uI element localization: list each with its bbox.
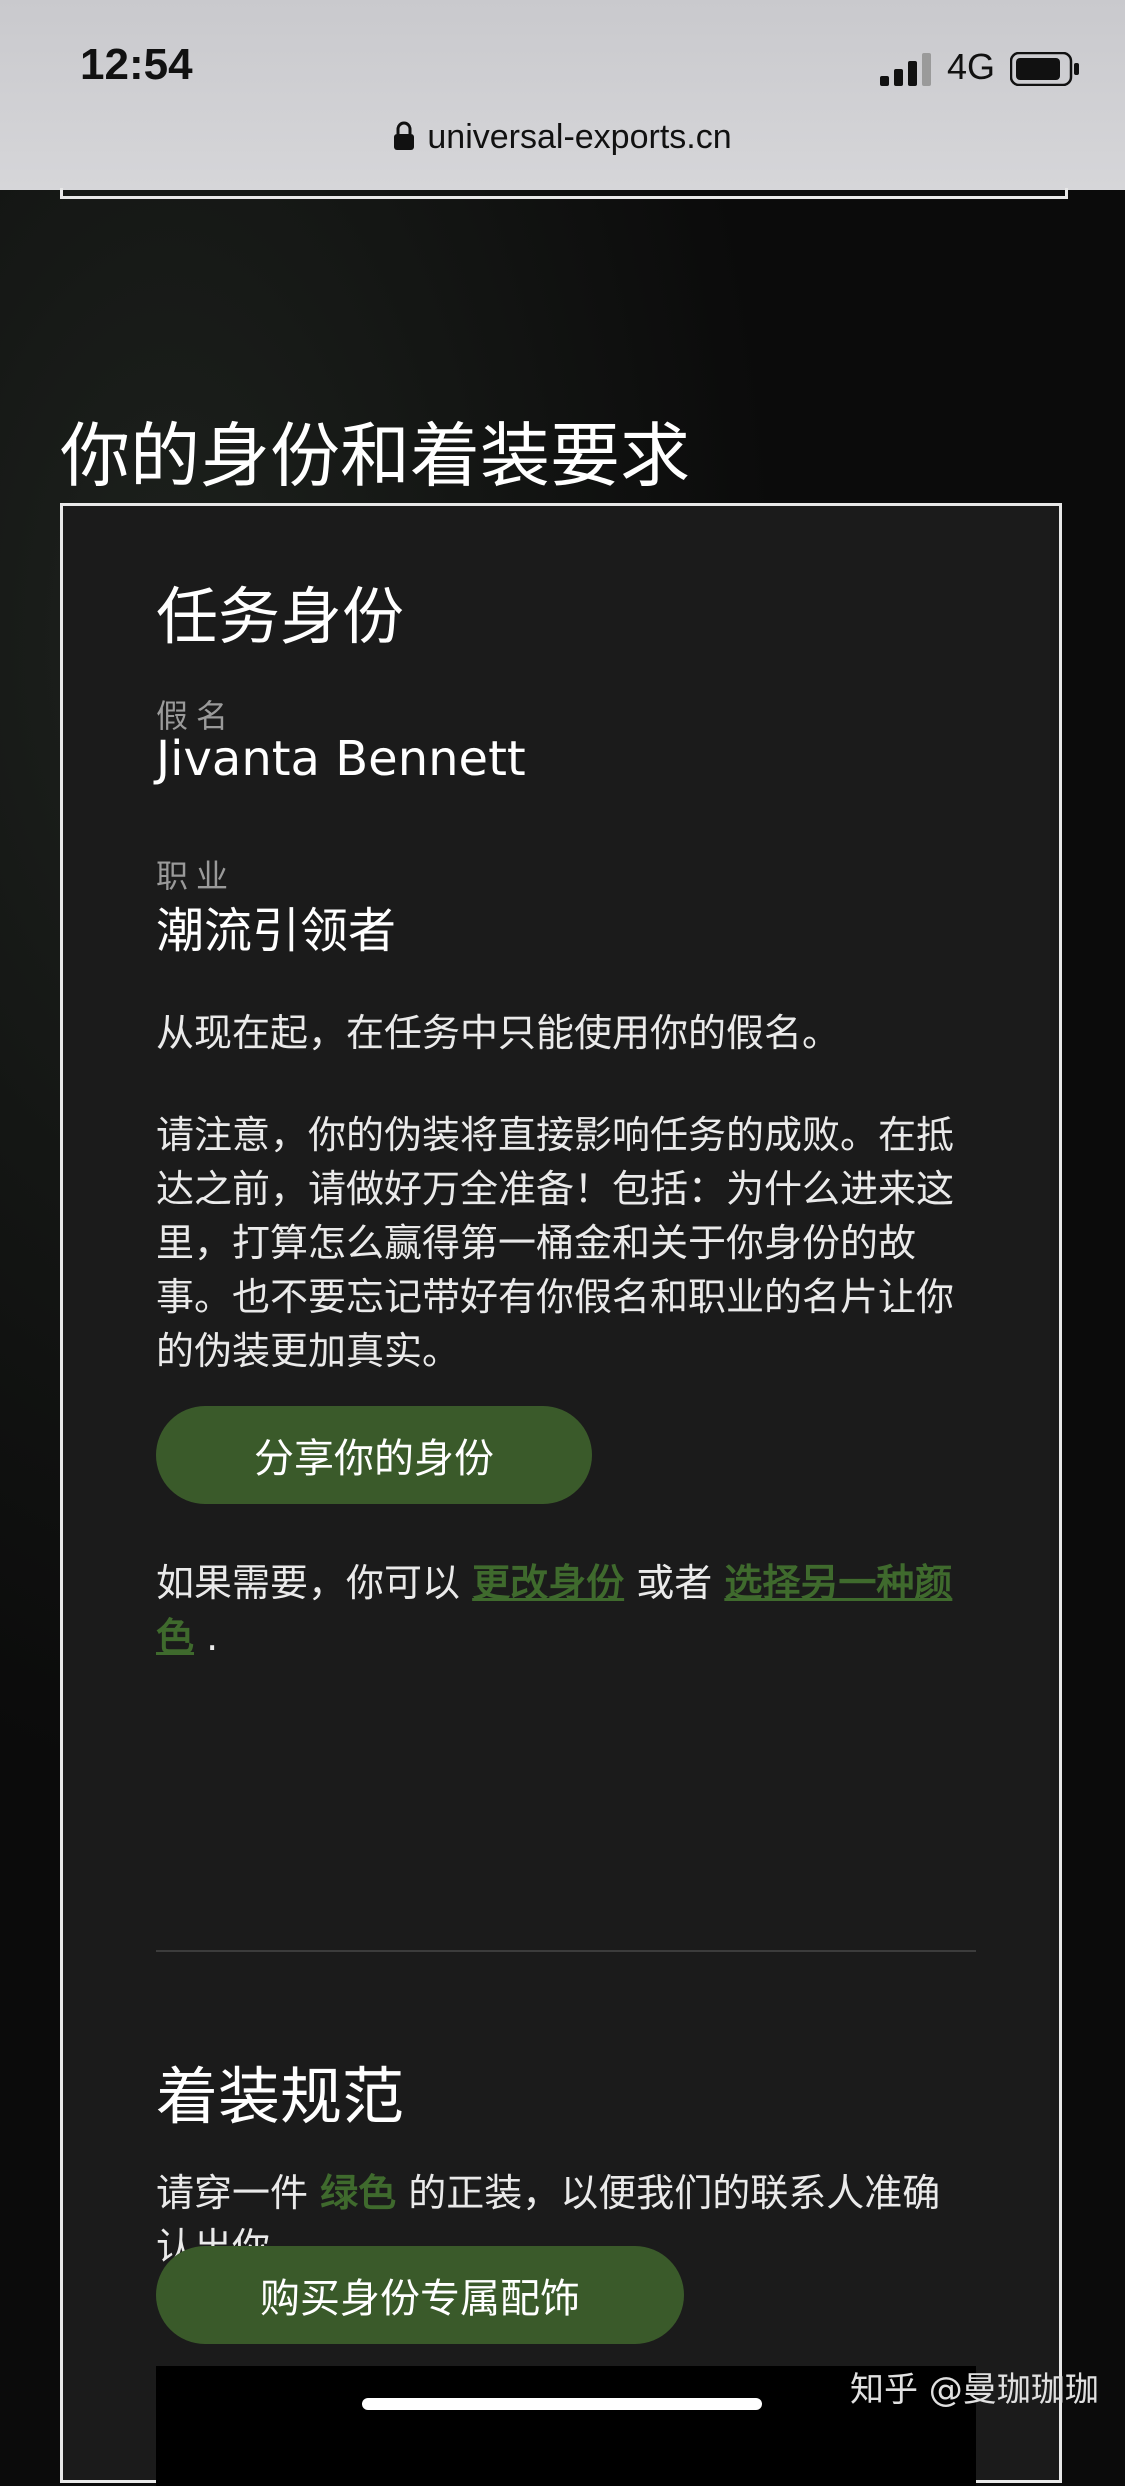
dress-color-word: 绿色 [320, 2171, 397, 2215]
identity-card: 任务身份 假名 Jivanta Bennett 职业 潮流引领者 从现在起，在任… [60, 503, 1062, 2486]
page-content: 你的身份和着装要求 任务身份 假名 Jivanta Bennett 职业 潮流引… [0, 188, 1125, 2486]
section-divider [156, 1950, 976, 1952]
alias-value: Jivanta Bennett [156, 731, 526, 787]
battery-icon [1010, 52, 1079, 86]
network-type: 4G [947, 46, 996, 87]
change-prefix: 如果需要，你可以 [156, 1561, 461, 1605]
status-time: 12:54 [80, 40, 193, 89]
share-identity-button[interactable]: 分享你的身份 [156, 1406, 592, 1504]
previous-card-edge [60, 188, 1068, 199]
home-indicator [362, 2398, 762, 2410]
buy-accessories-button[interactable]: 购买身份专属配饰 [156, 2246, 684, 2344]
change-identity-text: 如果需要，你可以 更改身份 或者 选择另一种颜色 . [156, 1556, 976, 1664]
section-heading: 你的身份和着装要求 [60, 415, 690, 497]
alias-notice: 从现在起，在任务中只能使用你的假名。 [156, 1011, 841, 1055]
status-bar: 12:54 4G universal-exports.cn [0, 0, 1125, 190]
watermark: 知乎 @曼珈珈珈 [850, 2370, 1099, 2410]
change-middle: 或者 [636, 1561, 713, 1605]
change-suffix: . [206, 1615, 219, 1659]
signal-icon [880, 53, 931, 86]
dress-code-title: 着装规范 [156, 2060, 405, 2133]
disguise-notice: 请注意，你的伪装将直接影响任务的成败。在抵达之前，请做好万全准备！包括：为什么进… [156, 1113, 955, 1373]
url-text: universal-exports.cn [427, 118, 732, 156]
job-value: 潮流引领者 [156, 903, 397, 959]
change-identity-link[interactable]: 更改身份 [472, 1561, 624, 1605]
identity-title: 任务身份 [156, 580, 405, 653]
dress-prefix: 请穿一件 [156, 2171, 309, 2215]
lock-icon [394, 121, 415, 150]
address-bar[interactable]: universal-exports.cn [0, 118, 1125, 157]
